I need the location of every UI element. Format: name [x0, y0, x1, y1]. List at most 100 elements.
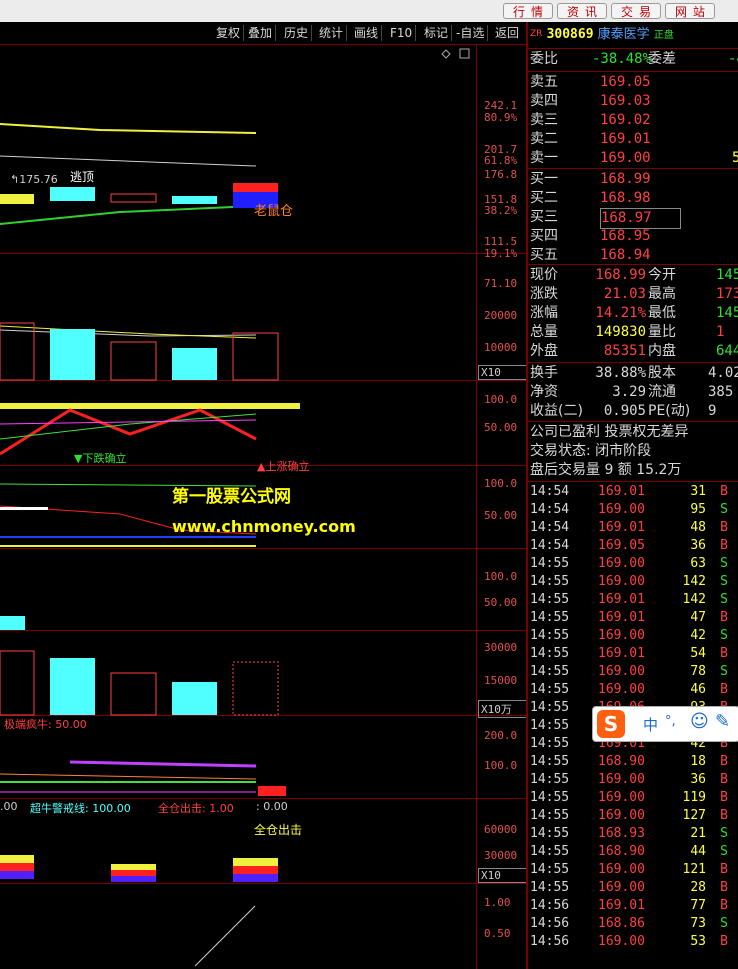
stat-label: 涨幅: [530, 305, 558, 321]
f10-button[interactable]: F10: [387, 25, 417, 41]
overlay-button[interactable]: 叠加: [245, 25, 277, 41]
tick-time: 14:54: [530, 538, 570, 553]
stock-header: ZR 300869 康泰医学 正盘: [530, 27, 674, 42]
buy-price: 168.99: [600, 171, 651, 187]
candle: [233, 183, 278, 192]
sell-level-label: 卖二: [530, 131, 558, 147]
tick-row[interactable]: 14:55 169.00 119 B: [530, 789, 738, 807]
full-position-signal: 全仓出击: [254, 823, 303, 837]
sogou-logo-icon[interactable]: S: [597, 710, 625, 738]
tick-time: 14:55: [530, 628, 570, 643]
sell-level-row[interactable]: 卖四 169.03: [530, 92, 738, 111]
tick-row[interactable]: 14:56 168.86 73 S: [530, 915, 738, 933]
tick-direction: S: [720, 628, 728, 643]
zero-label: .00: [0, 800, 18, 813]
ime-toolbar[interactable]: S 中 °, ☺ ✎: [592, 706, 738, 742]
tick-volume: 95: [690, 502, 706, 517]
tick-time: 14:54: [530, 484, 570, 499]
tick-volume: 44: [690, 844, 706, 859]
tick-row[interactable]: 14:54 169.00 95 S: [530, 501, 738, 519]
back-button[interactable]: 返回: [492, 25, 522, 41]
volume-bar: [232, 332, 279, 381]
stat-value: 38.88%: [595, 365, 646, 381]
tick-direction: B: [720, 880, 728, 895]
emoji-icon[interactable]: ☺: [690, 711, 709, 732]
tick-row[interactable]: 14:55 169.00 42 S: [530, 627, 738, 645]
buy-level-row[interactable]: 买二 168.98: [530, 189, 738, 208]
pen-icon[interactable]: ✎: [715, 711, 730, 732]
stat-value: 644: [716, 343, 738, 359]
sell-level-row[interactable]: 卖三 169.02: [530, 111, 738, 130]
draw-line-button[interactable]: 画线: [351, 25, 383, 41]
mark-button[interactable]: 标记: [421, 25, 453, 41]
buy-level-row[interactable]: 买四 168.95: [530, 227, 738, 246]
self-select-button[interactable]: -自选: [453, 25, 489, 41]
tick-price: 169.00: [598, 934, 645, 949]
candle: [0, 194, 34, 204]
statistics-button[interactable]: 统计: [316, 25, 348, 41]
tick-row[interactable]: 14:55 169.00 142 S: [530, 573, 738, 591]
tick-direction: B: [720, 898, 728, 913]
buy-level-row[interactable]: 买三 168.97: [530, 208, 738, 229]
tick-row[interactable]: 14:55 169.01 47 B: [530, 609, 738, 627]
quote-stat-row: 现价 168.99 今开 145: [530, 266, 738, 285]
tick-price: 169.00: [598, 772, 645, 787]
tick-row[interactable]: 14:54 169.01 31 B: [530, 483, 738, 501]
restore-rights-button[interactable]: 复权: [213, 25, 245, 41]
tick-row[interactable]: 14:55 168.93 21 S: [530, 825, 738, 843]
volume-bar: [50, 329, 95, 380]
tick-time: 14:54: [530, 520, 570, 535]
tick-row[interactable]: 14:55 169.00 46 B: [530, 681, 738, 699]
tick-row[interactable]: 14:56 169.01 77 B: [530, 897, 738, 915]
tick-price: 169.01: [598, 898, 645, 913]
tick-row[interactable]: 14:54 169.01 48 B: [530, 519, 738, 537]
chinese-mode-button[interactable]: 中: [643, 714, 658, 735]
tick-row[interactable]: 14:55 169.00 63 S: [530, 555, 738, 573]
trade-button[interactable]: 交易: [611, 3, 661, 19]
stat-value: 0.905: [603, 403, 646, 419]
tick-row[interactable]: 14:55 169.00 28 B: [530, 879, 738, 897]
sell-level-row[interactable]: 卖五 169.05: [530, 73, 738, 92]
buy-price: 168.95: [600, 228, 651, 244]
tick-volume: 53: [690, 934, 706, 949]
ma-line-white: [0, 155, 257, 167]
tick-row[interactable]: 14:55 168.90 18 B: [530, 753, 738, 771]
tick-price: 169.01: [598, 610, 645, 625]
buy-level-row[interactable]: 买五 168.94: [530, 246, 738, 265]
tick-volume: 47: [690, 610, 706, 625]
punctuation-button[interactable]: °,: [665, 714, 676, 729]
quotes-button[interactable]: 行情: [503, 3, 553, 19]
website-button[interactable]: 网站: [665, 3, 715, 19]
tick-direction: S: [720, 916, 728, 931]
stat-value: 168.99: [595, 267, 646, 283]
extreme-bull-label: 极端疯牛: 50.00: [4, 718, 87, 731]
tick-row[interactable]: 14:55 169.00 36 B: [530, 771, 738, 789]
buy-level-row[interactable]: 买一 168.99: [530, 170, 738, 189]
tick-direction: B: [720, 808, 728, 823]
tick-row[interactable]: 14:56 169.00 53 B: [530, 933, 738, 951]
tick-price: 169.01: [598, 592, 645, 607]
tick-price: 169.00: [598, 556, 645, 571]
zero-label-2: : 0.00: [256, 800, 288, 813]
tick-volume: 142: [682, 574, 706, 589]
tick-row[interactable]: 14:55 169.00 78 S: [530, 663, 738, 681]
news-button[interactable]: 资讯: [557, 3, 607, 19]
high-price-label: ↰175.76: [10, 173, 58, 186]
sell-level-row[interactable]: 卖一 169.00 5: [530, 149, 738, 168]
sell-level-row[interactable]: 卖二 169.01: [530, 130, 738, 149]
tick-time: 14:55: [530, 754, 570, 769]
stat-label: 股本: [648, 365, 676, 381]
tick-row[interactable]: 14:55 169.01 54 B: [530, 645, 738, 663]
tick-row[interactable]: 14:55 169.01 142 S: [530, 591, 738, 609]
tick-row[interactable]: 14:55 169.00 127 B: [530, 807, 738, 825]
tick-price: 168.93: [598, 826, 645, 841]
tick-time: 14:55: [530, 808, 570, 823]
tick-row[interactable]: 14:54 169.05 36 B: [530, 537, 738, 555]
tick-time: 14:56: [530, 916, 570, 931]
tick-row[interactable]: 14:55 169.00 121 B: [530, 861, 738, 879]
tick-price: 169.05: [598, 538, 645, 553]
tick-direction: B: [720, 754, 728, 769]
quote-stat-row: 涨幅 14.21% 最低 145: [530, 304, 738, 323]
history-button[interactable]: 历史: [281, 25, 313, 41]
tick-row[interactable]: 14:55 168.90 44 S: [530, 843, 738, 861]
